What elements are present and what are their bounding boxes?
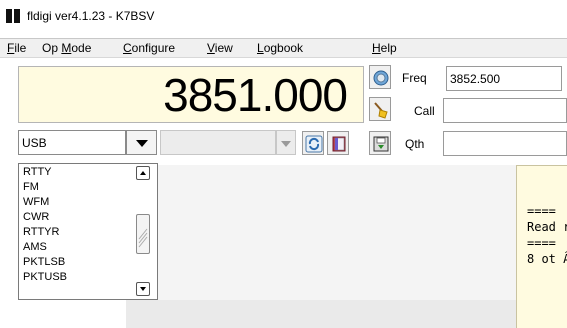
frequency-value: 3851.000 bbox=[163, 69, 348, 121]
bandwidth-select[interactable] bbox=[160, 130, 276, 155]
freq-label: Freq bbox=[402, 71, 427, 85]
mode-option[interactable]: RTTYR bbox=[23, 226, 59, 238]
menu-op-mode[interactable]: Op Mode bbox=[42, 41, 91, 55]
chevron-down-icon bbox=[281, 141, 291, 147]
call-label: Call bbox=[414, 104, 435, 118]
log-row bbox=[126, 300, 516, 328]
window-title: fldigi ver4.1.23 - K7BSV bbox=[27, 9, 155, 23]
globe-icon bbox=[373, 70, 389, 86]
app-icon bbox=[6, 9, 20, 23]
scroll-down-button[interactable] bbox=[136, 282, 150, 296]
rx-line: ==== bbox=[527, 204, 556, 218]
rx-line: ==== bbox=[527, 236, 556, 250]
mode-dropdown-button[interactable] bbox=[126, 130, 157, 155]
mode-option[interactable]: PKTLSB bbox=[23, 256, 65, 268]
mode-selected-value: USB bbox=[22, 136, 47, 150]
rx-text-pane[interactable]: ==== Read r ==== 8 ot Â bbox=[516, 165, 567, 328]
menu-logbook[interactable]: Logbook bbox=[257, 41, 303, 55]
logbook-button[interactable] bbox=[327, 131, 349, 155]
refresh-icon bbox=[305, 135, 323, 153]
refresh-button[interactable] bbox=[302, 131, 324, 155]
menu-help[interactable]: Help bbox=[372, 41, 397, 55]
mode-option[interactable]: FM bbox=[23, 181, 39, 193]
mode-option[interactable]: PKTUSB bbox=[23, 271, 67, 283]
mode-option[interactable]: CWR bbox=[23, 211, 49, 223]
scroll-up-button[interactable] bbox=[136, 166, 150, 180]
mode-select[interactable]: USB bbox=[18, 130, 126, 155]
mode-list-scrollbar[interactable] bbox=[131, 164, 157, 299]
chevron-up-icon bbox=[140, 171, 146, 175]
broom-icon bbox=[374, 102, 388, 119]
save-icon bbox=[373, 136, 389, 152]
call-field[interactable] bbox=[443, 98, 567, 123]
chevron-down-icon bbox=[136, 140, 148, 147]
frequency-display[interactable]: 3851.000 bbox=[18, 66, 364, 123]
clear-button[interactable] bbox=[369, 97, 391, 121]
menu-configure[interactable]: Configure bbox=[123, 41, 175, 55]
mode-option[interactable]: AMS bbox=[23, 241, 47, 253]
rx-line: Read r bbox=[527, 220, 567, 234]
rx-line: 8 ot Â bbox=[527, 252, 567, 266]
menu-file[interactable]: File bbox=[7, 41, 26, 55]
menu-bar: File Op Mode Configure View Logbook Help bbox=[0, 38, 567, 58]
freq-field-value: 3852.500 bbox=[450, 72, 501, 86]
chevron-down-icon bbox=[140, 287, 146, 291]
book-icon bbox=[332, 136, 346, 152]
save-qso-button[interactable] bbox=[369, 131, 391, 155]
qth-label: Qth bbox=[405, 137, 425, 151]
globe-button[interactable] bbox=[369, 65, 391, 89]
mode-option[interactable]: RTTY bbox=[23, 166, 52, 178]
qth-field[interactable] bbox=[443, 131, 567, 156]
bandwidth-dropdown-button[interactable] bbox=[276, 130, 296, 155]
title-bar: fldigi ver4.1.23 - K7BSV bbox=[0, 0, 567, 32]
scroll-thumb[interactable] bbox=[136, 214, 150, 254]
mode-option[interactable]: WFM bbox=[23, 196, 49, 208]
freq-field[interactable]: 3852.500 bbox=[446, 66, 562, 91]
menu-view[interactable]: View bbox=[207, 41, 233, 55]
grip-icon bbox=[138, 228, 148, 248]
